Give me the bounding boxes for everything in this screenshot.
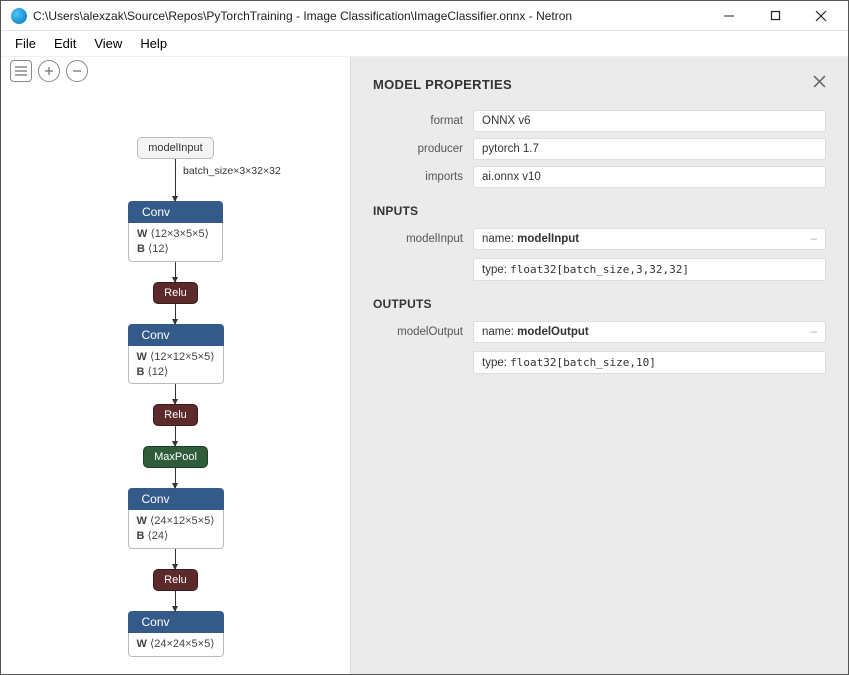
input-label: modelInput xyxy=(373,228,463,245)
node-conv-1-header: Conv xyxy=(128,201,223,223)
node-conv-2[interactable]: Conv W ⟨12×12×5×5⟩ B ⟨12⟩ xyxy=(127,324,223,385)
menubar: File Edit View Help xyxy=(1,31,848,57)
inputs-section-title: INPUTS xyxy=(373,204,826,218)
node-conv-2-header: Conv xyxy=(127,324,223,346)
menu-edit[interactable]: Edit xyxy=(46,34,84,53)
minimize-button[interactable] xyxy=(706,1,752,31)
graph-edge xyxy=(175,384,176,404)
node-conv-1[interactable]: Conv W ⟨12×3×5×5⟩ B ⟨12⟩ xyxy=(128,201,223,262)
node-relu-1[interactable]: Relu xyxy=(153,282,198,304)
node-maxpool-1[interactable]: MaxPool xyxy=(143,446,208,468)
collapse-icon[interactable]: – xyxy=(811,326,817,338)
property-label: imports xyxy=(373,166,463,183)
titlebar: C:\Users\alexzak\Source\Repos\PyTorchTra… xyxy=(1,1,848,31)
toolbar xyxy=(10,60,88,82)
collapse-icon[interactable]: – xyxy=(811,233,817,245)
graph-edge xyxy=(175,468,176,488)
window-controls xyxy=(706,1,844,31)
menu-help[interactable]: Help xyxy=(132,34,175,53)
graph-edge xyxy=(175,426,176,446)
node-model-input[interactable]: modelInput xyxy=(137,137,213,159)
main-content: modelInput batch_size×3×32×32 Conv W ⟨12… xyxy=(1,57,848,674)
sidebar-toggle-button[interactable] xyxy=(10,60,32,82)
panel-title: MODEL PROPERTIES xyxy=(373,77,826,92)
property-label: producer xyxy=(373,138,463,155)
property-producer: producer pytorch 1.7 xyxy=(373,138,826,160)
app-icon xyxy=(11,8,27,24)
model-graph: modelInput batch_size×3×32×32 Conv W ⟨12… xyxy=(127,137,223,657)
node-conv-4-params: W ⟨24×24×5×5⟩ xyxy=(127,633,223,657)
panel-close-button[interactable] xyxy=(813,75,826,93)
output-model-output: modelOutput name: modelOutput– type: flo… xyxy=(373,321,826,374)
graph-edge xyxy=(175,591,176,611)
outputs-section-title: OUTPUTS xyxy=(373,297,826,311)
output-type-value[interactable]: type: float32[batch_size,10] xyxy=(473,351,826,374)
node-conv-4-header: Conv xyxy=(127,611,223,633)
zoom-in-button[interactable] xyxy=(38,60,60,82)
graph-edge xyxy=(175,549,176,569)
property-value[interactable]: ai.onnx v10 xyxy=(473,166,826,188)
close-button[interactable] xyxy=(798,1,844,31)
graph-edge xyxy=(175,304,176,324)
window-title: C:\Users\alexzak\Source\Repos\PyTorchTra… xyxy=(33,9,706,23)
graph-edge xyxy=(175,262,176,282)
input-model-input: modelInput name: modelInput– type: float… xyxy=(373,228,826,281)
properties-panel: MODEL PROPERTIES format ONNX v6 producer… xyxy=(350,57,848,674)
zoom-out-button[interactable] xyxy=(66,60,88,82)
node-relu-2[interactable]: Relu xyxy=(153,404,198,426)
node-conv-4[interactable]: Conv W ⟨24×24×5×5⟩ xyxy=(127,611,223,657)
node-conv-1-params: W ⟨12×3×5×5⟩ B ⟨12⟩ xyxy=(128,223,223,262)
graph-canvas[interactable]: modelInput batch_size×3×32×32 Conv W ⟨12… xyxy=(1,57,350,674)
node-conv-3-header: Conv xyxy=(127,488,223,510)
node-relu-3[interactable]: Relu xyxy=(153,569,198,591)
input-type-value[interactable]: type: float32[batch_size,3,32,32] xyxy=(473,258,826,281)
node-conv-3-params: W ⟨24×12×5×5⟩ B ⟨24⟩ xyxy=(127,510,223,549)
property-format: format ONNX v6 xyxy=(373,110,826,132)
menu-view[interactable]: View xyxy=(86,34,130,53)
property-imports: imports ai.onnx v10 xyxy=(373,166,826,188)
maximize-button[interactable] xyxy=(752,1,798,31)
edge-shape-label: batch_size×3×32×32 xyxy=(183,165,281,177)
node-conv-3[interactable]: Conv W ⟨24×12×5×5⟩ B ⟨24⟩ xyxy=(127,488,223,549)
property-value[interactable]: pytorch 1.7 xyxy=(473,138,826,160)
menu-file[interactable]: File xyxy=(7,34,44,53)
property-value[interactable]: ONNX v6 xyxy=(473,110,826,132)
input-name-value[interactable]: name: modelInput– xyxy=(473,228,826,250)
node-conv-2-params: W ⟨12×12×5×5⟩ B ⟨12⟩ xyxy=(127,346,223,385)
graph-edge: batch_size×3×32×32 xyxy=(175,159,176,201)
property-label: format xyxy=(373,110,463,127)
output-label: modelOutput xyxy=(373,321,463,338)
output-name-value[interactable]: name: modelOutput– xyxy=(473,321,826,343)
